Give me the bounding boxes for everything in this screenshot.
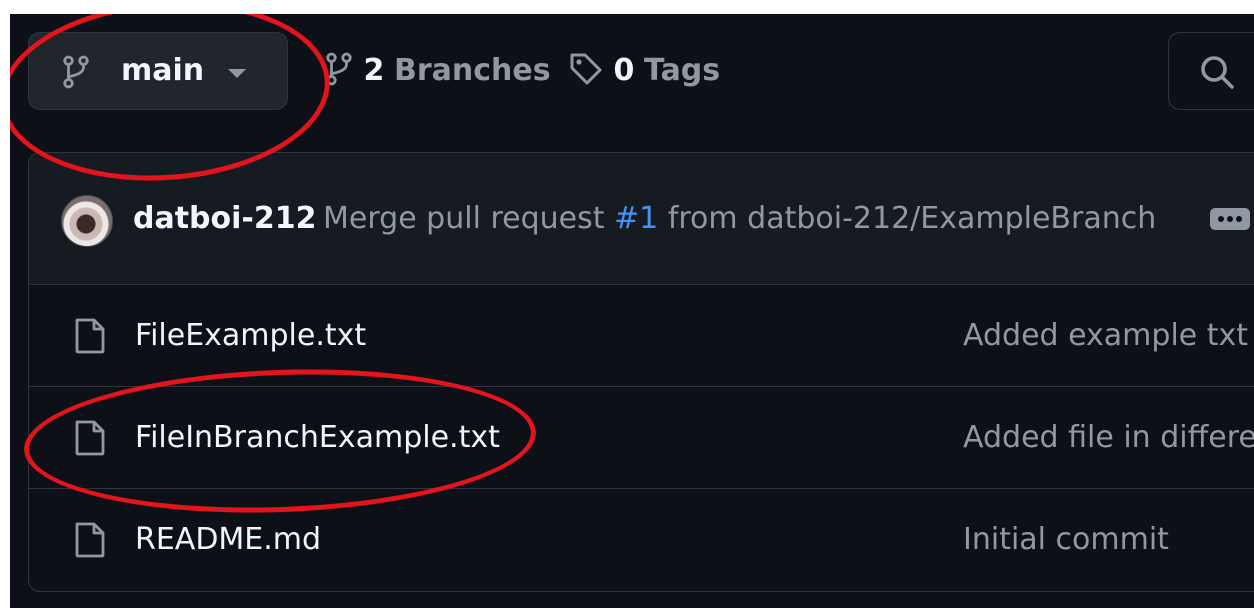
file-commit-message[interactable]: Initial commit — [963, 489, 1169, 591]
kebab-horizontal-icon[interactable] — [1210, 208, 1250, 230]
file-icon — [75, 522, 105, 558]
branch-selector-button[interactable]: main — [28, 32, 288, 110]
commit-message-prefix[interactable]: Merge pull request — [323, 201, 604, 236]
latest-commit-bar: datboi-212 Merge pull request #1 from da… — [29, 153, 1254, 285]
avatar[interactable] — [61, 195, 113, 247]
file-list-box: datboi-212 Merge pull request #1 from da… — [28, 152, 1254, 592]
file-row[interactable]: FileInBranchExample.txt Added file in di… — [29, 387, 1254, 489]
branch-name: main — [121, 53, 205, 88]
triangle-down-icon — [228, 69, 246, 78]
tags-label: Tags — [643, 53, 721, 88]
branches-label: Branches — [393, 53, 551, 88]
tags-count: 0 — [613, 53, 635, 88]
git-branch-icon — [63, 55, 89, 89]
tags-link[interactable]: 0 Tags — [568, 32, 720, 110]
file-name-link[interactable]: FileInBranchExample.txt — [135, 387, 500, 489]
commit-message: Merge pull request #1 from datboi-212/Ex… — [323, 197, 1156, 241]
file-name-link[interactable]: FileExample.txt — [135, 285, 366, 387]
file-icon — [75, 420, 105, 456]
branches-count: 2 — [363, 53, 385, 88]
file-name-link[interactable]: README.md — [135, 489, 321, 591]
file-commit-message[interactable]: Added file in differe — [963, 387, 1254, 489]
repo-file-browser: main 2 Branches 0 Tags datboi-212 Merge … — [10, 14, 1254, 608]
pull-request-link[interactable]: #1 — [614, 201, 658, 236]
commit-author-link[interactable]: datboi-212 — [133, 197, 317, 241]
search-icon — [1201, 56, 1234, 89]
branches-link[interactable]: 2 Branches — [324, 32, 551, 110]
file-commit-message[interactable]: Added example txt — [963, 285, 1248, 387]
search-button[interactable] — [1168, 32, 1254, 110]
file-row[interactable]: FileExample.txt Added example txt — [29, 285, 1254, 387]
tag-icon — [570, 53, 602, 84]
git-branch-icon — [326, 52, 352, 85]
file-icon — [75, 318, 105, 354]
commit-message-suffix[interactable]: from datboi-212/ExampleBranch — [668, 201, 1156, 236]
file-row[interactable]: README.md Initial commit — [29, 489, 1254, 591]
